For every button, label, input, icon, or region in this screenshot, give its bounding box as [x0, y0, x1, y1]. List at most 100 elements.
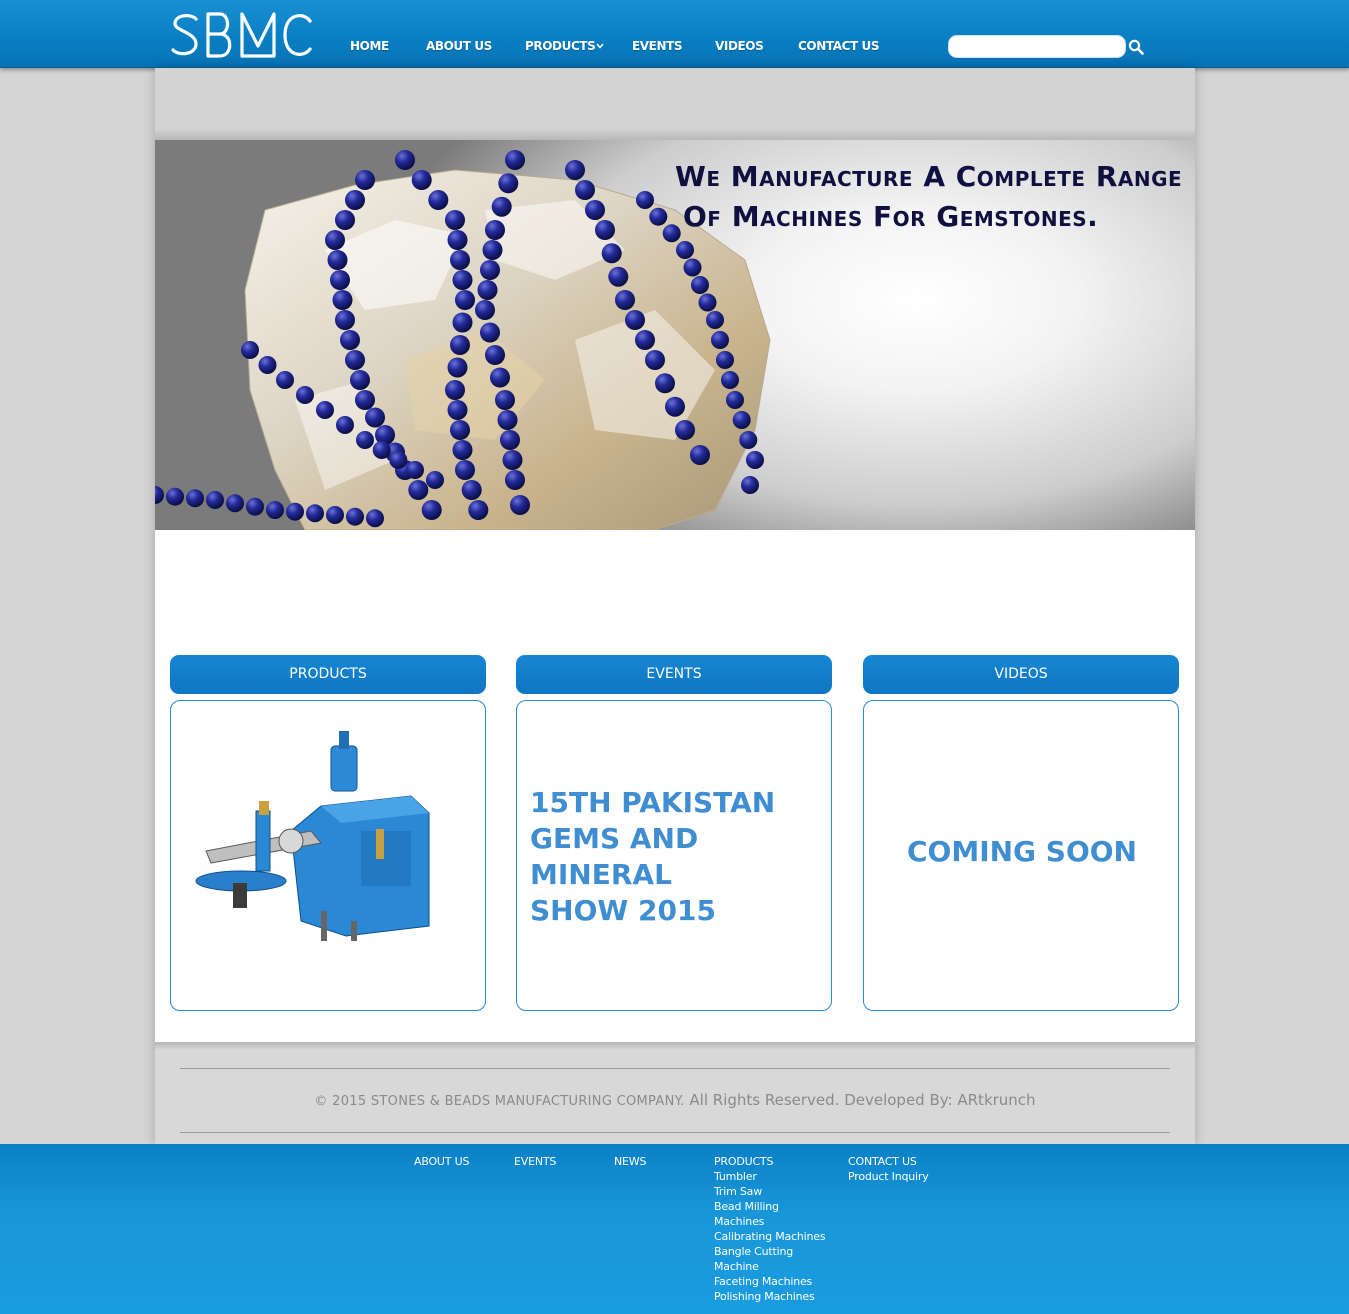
bead [336, 416, 354, 434]
bead [500, 430, 520, 450]
bead [490, 367, 510, 388]
events-tile[interactable]: 15TH PAKISTAN GEMS AND MINERAL SHOW 2015 [516, 700, 832, 1011]
nav-events[interactable]: EVENTS [632, 39, 683, 53]
bead [706, 311, 724, 329]
footer-link-news[interactable]: NEWS [614, 1154, 646, 1169]
bead [316, 401, 334, 419]
bead [450, 250, 470, 270]
footer-link-products[interactable]: PRODUCTS [714, 1154, 825, 1169]
bead [355, 390, 375, 410]
bead [356, 431, 374, 449]
search-icon[interactable] [1128, 39, 1144, 55]
footer-product-calibrating[interactable]: Calibrating Machines [714, 1229, 826, 1244]
footer-product-bead-milling[interactable]: Bead Milling [714, 1199, 825, 1214]
bead [505, 150, 525, 170]
footer-product-faceting[interactable]: Faceting Machines [714, 1274, 825, 1289]
nav-videos[interactable]: VIDEOS [715, 39, 764, 53]
coming-soon-text: COMING SOON [906, 835, 1137, 868]
bead [421, 500, 442, 520]
nav-products[interactable]: PRODUCTS [525, 39, 596, 53]
bead [346, 507, 364, 526]
bead [327, 250, 348, 270]
bead [665, 396, 685, 417]
footer-product-polishing[interactable]: Polishing Machines [714, 1289, 825, 1304]
footer-link-product-inquiry[interactable]: Product Inquiry [848, 1169, 929, 1184]
bead [445, 210, 465, 230]
bead [475, 300, 495, 320]
events-tile-header[interactable]: EVENTS [516, 655, 832, 694]
bead [350, 370, 370, 390]
bead [746, 451, 764, 469]
footer-col-contact: CONTACT US Product Inquiry [848, 1154, 929, 1184]
chevron-down-icon[interactable] [596, 41, 604, 51]
videos-tile-header[interactable]: VIDEOS [863, 655, 1179, 694]
hero-banner: We Manufacture A Complete Range Of Machi… [155, 140, 1195, 530]
bead [662, 224, 681, 243]
footer-col-about: ABOUT US [414, 1154, 469, 1169]
bead [372, 441, 391, 459]
divider [180, 1132, 1170, 1133]
bead [345, 350, 365, 370]
banner-headline-line1: We Manufacture A Complete Range [675, 160, 1183, 193]
bead [721, 371, 739, 389]
bead [691, 276, 709, 294]
footer-product-bangle-cutting-2[interactable]: Machine [714, 1259, 825, 1274]
bead [491, 196, 512, 217]
footer-col-news: NEWS [614, 1154, 646, 1169]
bead [258, 356, 277, 374]
bead [428, 190, 449, 210]
gemstone-beads-image [155, 150, 771, 530]
bead [482, 240, 503, 260]
bead [698, 293, 717, 312]
bead [166, 487, 184, 506]
bead [480, 260, 500, 280]
bead [276, 371, 294, 389]
products-tile-header[interactable]: PRODUCTS [170, 655, 486, 694]
bead [332, 290, 353, 310]
bead [649, 207, 668, 226]
nav-contact-us[interactable]: CONTACT US [798, 39, 880, 53]
bead [450, 335, 470, 355]
footer-product-trim-saw[interactable]: Trim Saw [714, 1184, 825, 1199]
bead [585, 200, 605, 220]
bead [739, 431, 758, 449]
bead [510, 495, 530, 515]
footer-product-bangle-cutting[interactable]: Bangle Cutting [714, 1244, 825, 1259]
bead [452, 312, 473, 333]
bead [241, 341, 259, 359]
bead [246, 497, 264, 516]
bead [498, 173, 519, 194]
footer-link-about-us[interactable]: ABOUT US [414, 1154, 469, 1169]
footer-product-tumbler[interactable]: Tumbler [714, 1169, 825, 1184]
bead [266, 501, 284, 519]
bead [683, 258, 702, 277]
bead [608, 266, 629, 287]
bead [716, 351, 734, 369]
footer-product-bead-milling-2[interactable]: Machines [714, 1214, 825, 1229]
nav-about-us[interactable]: ABOUT US [426, 39, 492, 53]
banner-headline-line2: Of Machines For Gemstones. [683, 200, 1099, 233]
bead [455, 290, 475, 310]
bead [502, 450, 523, 470]
footer-col-events: EVENTS [514, 1154, 556, 1169]
machine-image [195, 731, 430, 941]
search-input[interactable] [948, 35, 1126, 58]
products-tile[interactable] [170, 700, 486, 1011]
footer-link-events[interactable]: EVENTS [514, 1154, 556, 1169]
bead [366, 509, 384, 528]
footer-link-contact-us[interactable]: CONTACT US [848, 1154, 929, 1169]
bead [286, 502, 304, 521]
footer-shadow [155, 1042, 1195, 1050]
bead [426, 471, 444, 489]
bead [655, 373, 675, 394]
bead [325, 230, 345, 250]
videos-tile[interactable]: COMING SOON [863, 700, 1179, 1011]
bead [296, 386, 314, 404]
bead [206, 491, 224, 509]
nav-home[interactable]: HOME [350, 39, 389, 53]
bead [741, 476, 759, 494]
divider [180, 1068, 1170, 1069]
bead [406, 461, 424, 479]
sbmc-logo[interactable] [170, 10, 316, 60]
copyright-text: © 2015 STONES & BEADS MANUFACTURING COMP… [314, 1091, 1036, 1109]
